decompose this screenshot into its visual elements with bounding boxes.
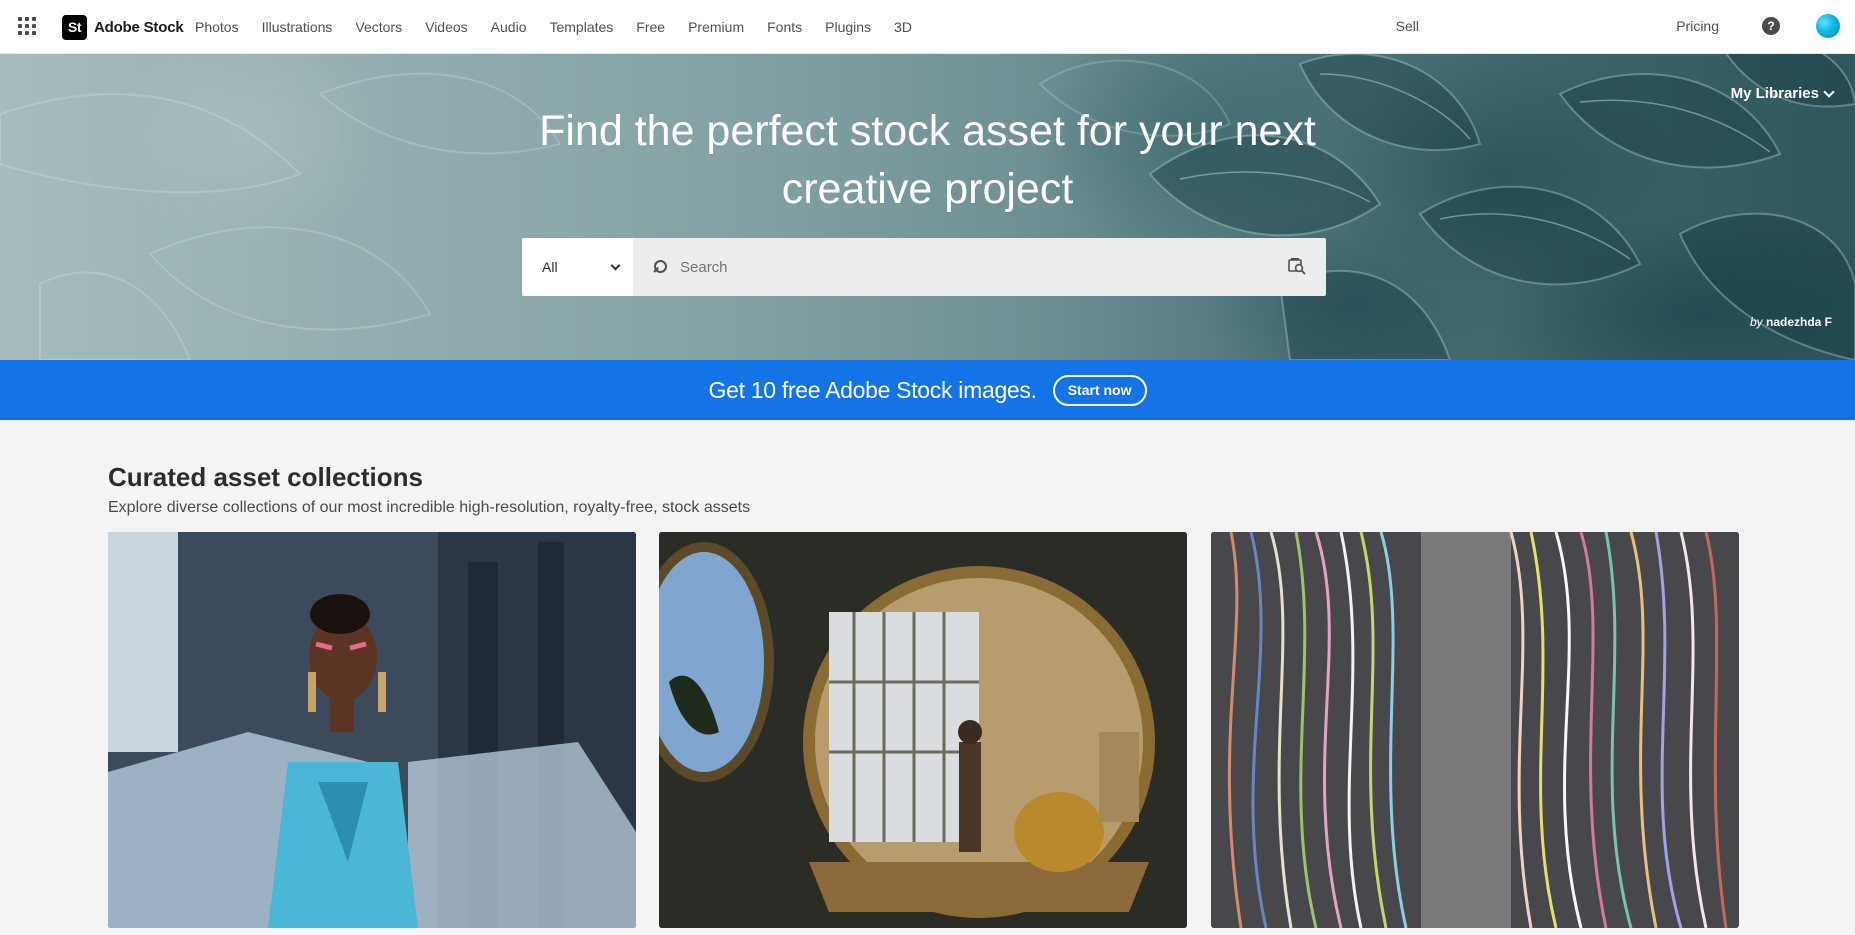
top-nav: St Adobe Stock Photos Illustrations Vect…: [0, 0, 1855, 54]
main-nav: Photos Illustrations Vectors Videos Audi…: [195, 0, 935, 53]
nav-templates[interactable]: Templates: [549, 19, 613, 35]
pricing-link[interactable]: Pricing: [1676, 18, 1719, 34]
nav-photos[interactable]: Photos: [195, 19, 239, 35]
brand-name: Adobe Stock: [94, 18, 184, 36]
brand-logo[interactable]: St Adobe Stock: [62, 14, 184, 40]
adobe-stock-logo-icon: St: [62, 14, 87, 40]
credit-author[interactable]: nadezhda F: [1766, 315, 1832, 329]
collection-image-fashion: [108, 532, 636, 928]
chevron-down-icon: [1823, 85, 1835, 98]
search-icon: [653, 260, 667, 274]
promo-text: Get 10 free Adobe Stock images.: [708, 376, 1037, 403]
nav-audio[interactable]: Audio: [491, 19, 527, 35]
hero-banner: My Libraries Find the perfect stock asse…: [0, 54, 1855, 360]
visual-search-icon[interactable]: [1288, 257, 1306, 275]
credit-by: by: [1749, 315, 1763, 329]
search-input[interactable]: [680, 258, 1280, 276]
user-avatar[interactable]: [1816, 14, 1840, 38]
hero-title-line-1: Find the perfect stock asset for your ne…: [539, 107, 1316, 155]
nav-premium[interactable]: Premium: [688, 19, 744, 35]
image-credit: by nadezhda F: [1750, 315, 1832, 329]
nav-free[interactable]: Free: [636, 19, 665, 35]
nav-fonts[interactable]: Fonts: [767, 19, 802, 35]
chevron-down-icon: [610, 260, 621, 270]
nav-plugins[interactable]: Plugins: [825, 19, 871, 35]
collection-card-abstract[interactable]: [1211, 532, 1739, 928]
nav-vectors[interactable]: Vectors: [355, 19, 402, 35]
help-icon[interactable]: ?: [1762, 17, 1780, 35]
nav-3d[interactable]: 3D: [894, 19, 912, 35]
promo-banner: Get 10 free Adobe Stock images. Start no…: [0, 360, 1855, 420]
collections-title: Curated asset collections: [108, 462, 423, 492]
asset-type-select[interactable]: All: [522, 238, 633, 296]
my-libraries-label: My Libraries: [1730, 85, 1819, 102]
collection-card-fashion[interactable]: [108, 532, 636, 928]
start-now-button[interactable]: Start now: [1052, 374, 1147, 406]
collections-subtitle: Explore diverse collections of our most …: [108, 499, 751, 516]
nav-illustrations[interactable]: Illustrations: [262, 19, 333, 35]
hero-title-line-2: creative project: [781, 165, 1074, 213]
collection-image-abstract: [1211, 532, 1739, 928]
search-field: [633, 238, 1326, 296]
apps-grid-icon[interactable]: [18, 17, 36, 35]
hero-title: Find the perfect stock asset for your ne…: [0, 102, 1855, 218]
my-libraries-button[interactable]: My Libraries: [1730, 85, 1835, 102]
asset-type-value: All: [542, 259, 558, 275]
collection-card-interior[interactable]: [659, 532, 1187, 928]
nav-videos[interactable]: Videos: [425, 19, 468, 35]
search-bar: All: [522, 238, 1326, 296]
sell-link[interactable]: Sell: [1396, 18, 1419, 34]
collection-image-interior: [659, 532, 1187, 928]
